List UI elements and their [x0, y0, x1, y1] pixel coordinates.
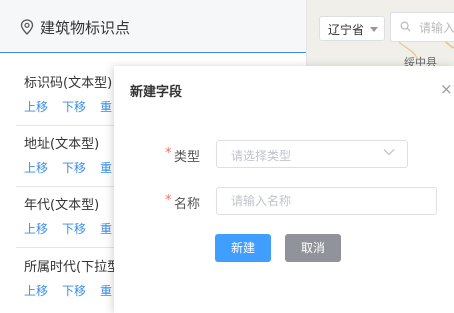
move-up-link[interactable]: 上移	[24, 222, 48, 236]
field-name: 所属时代(下拉型)	[24, 260, 126, 275]
map-pin-icon	[20, 19, 34, 35]
move-down-link[interactable]: 下移	[62, 284, 86, 298]
type-label: 类型	[174, 150, 201, 165]
type-row: * 类型 请选择类型	[114, 140, 454, 170]
required-mark: *	[165, 193, 172, 208]
field-actions: 上移 下移重	[24, 159, 126, 176]
caret-down-icon	[370, 27, 378, 32]
field-actions: 上移 下移重	[24, 220, 126, 237]
search-placeholder: 请输入	[419, 21, 454, 35]
rename-link[interactable]: 重	[100, 100, 112, 114]
create-button[interactable]: 新建	[215, 234, 271, 262]
new-field-dialog: 新建字段 × * 类型 请选择类型 * 名称 新建 取消	[114, 66, 454, 313]
close-icon[interactable]: ×	[440, 82, 453, 97]
name-label: 名称	[174, 197, 201, 212]
province-select[interactable]: 辽宁省	[319, 16, 385, 41]
required-mark: *	[165, 146, 172, 161]
dialog-title: 新建字段	[130, 85, 183, 100]
panel-header: 建筑物标识点	[0, 0, 306, 53]
field-name: 年代(文本型)	[24, 198, 100, 213]
panel-title: 建筑物标识点	[40, 19, 131, 37]
move-up-link[interactable]: 上移	[24, 284, 48, 298]
move-up-link[interactable]: 上移	[24, 161, 48, 175]
move-down-link[interactable]: 下移	[62, 161, 86, 175]
field-actions: 上移 下移重	[24, 98, 126, 115]
map-search-input[interactable]: 请输入	[390, 12, 454, 42]
field-name: 标识码(文本型)	[24, 76, 113, 91]
chevron-down-icon	[383, 149, 395, 156]
rename-link[interactable]: 重	[100, 284, 112, 298]
name-input-box	[216, 187, 437, 215]
search-icon	[400, 21, 411, 32]
rename-link[interactable]: 重	[100, 161, 112, 175]
dialog-body: * 类型 请选择类型 * 名称 新建 取消	[114, 112, 454, 313]
cancel-button[interactable]: 取消	[285, 234, 341, 262]
type-placeholder: 请选择类型	[231, 149, 292, 163]
move-down-link[interactable]: 下移	[62, 222, 86, 236]
field-name: 地址(文本型)	[24, 137, 100, 152]
rename-link[interactable]: 重	[100, 222, 112, 236]
move-up-link[interactable]: 上移	[24, 100, 48, 114]
dialog-header: 新建字段 ×	[114, 66, 454, 112]
field-actions: 上移 下移重	[24, 282, 126, 299]
name-row: * 名称	[114, 187, 454, 217]
move-down-link[interactable]: 下移	[62, 100, 86, 114]
province-value: 辽宁省	[328, 23, 365, 37]
name-input[interactable]	[218, 189, 431, 213]
type-select[interactable]: 请选择类型	[216, 140, 408, 168]
